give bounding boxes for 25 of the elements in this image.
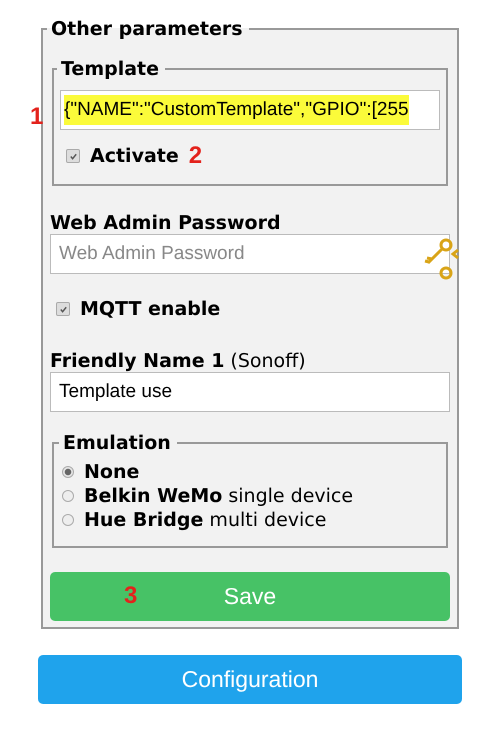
template-value: {"NAME":"CustomTemplate","GPIO":[255 <box>64 95 409 125</box>
annotation-number: 2 <box>188 142 202 170</box>
option-label: Hue Bridge multi device <box>84 508 326 532</box>
radio-button[interactable] <box>62 466 74 478</box>
password-label: Web Admin Password <box>50 212 282 234</box>
panel-legend: Other parameters <box>47 18 249 40</box>
password-field[interactable]: Web Admin Password <box>50 234 450 274</box>
checkmark-icon <box>68 152 78 160</box>
option-label: Belkin WeMo single device <box>84 484 354 508</box>
friendly-name-field[interactable]: Template use <box>50 372 450 412</box>
radio-button[interactable] <box>62 514 74 526</box>
group-legend: Emulation <box>59 432 177 454</box>
option-label: None <box>84 460 140 484</box>
annotation-number: 1 <box>30 103 44 131</box>
group-legend: Template <box>57 58 166 80</box>
activate-label: Activate <box>90 145 179 167</box>
checkmark-icon <box>58 304 68 314</box>
friendly-name-label: Friendly Name 1 <box>50 350 224 372</box>
mqtt-checkbox[interactable] <box>56 302 70 316</box>
template-field[interactable]: {"NAME":"CustomTemplate","GPIO":[255 <box>60 90 440 130</box>
activate-checkbox[interactable] <box>66 149 80 163</box>
mqtt-label: MQTT enable <box>80 298 220 320</box>
friendly-name-hint: (Sonoff) <box>230 350 306 372</box>
annotation-number: 3 <box>124 582 138 610</box>
radio-button[interactable] <box>62 490 74 502</box>
